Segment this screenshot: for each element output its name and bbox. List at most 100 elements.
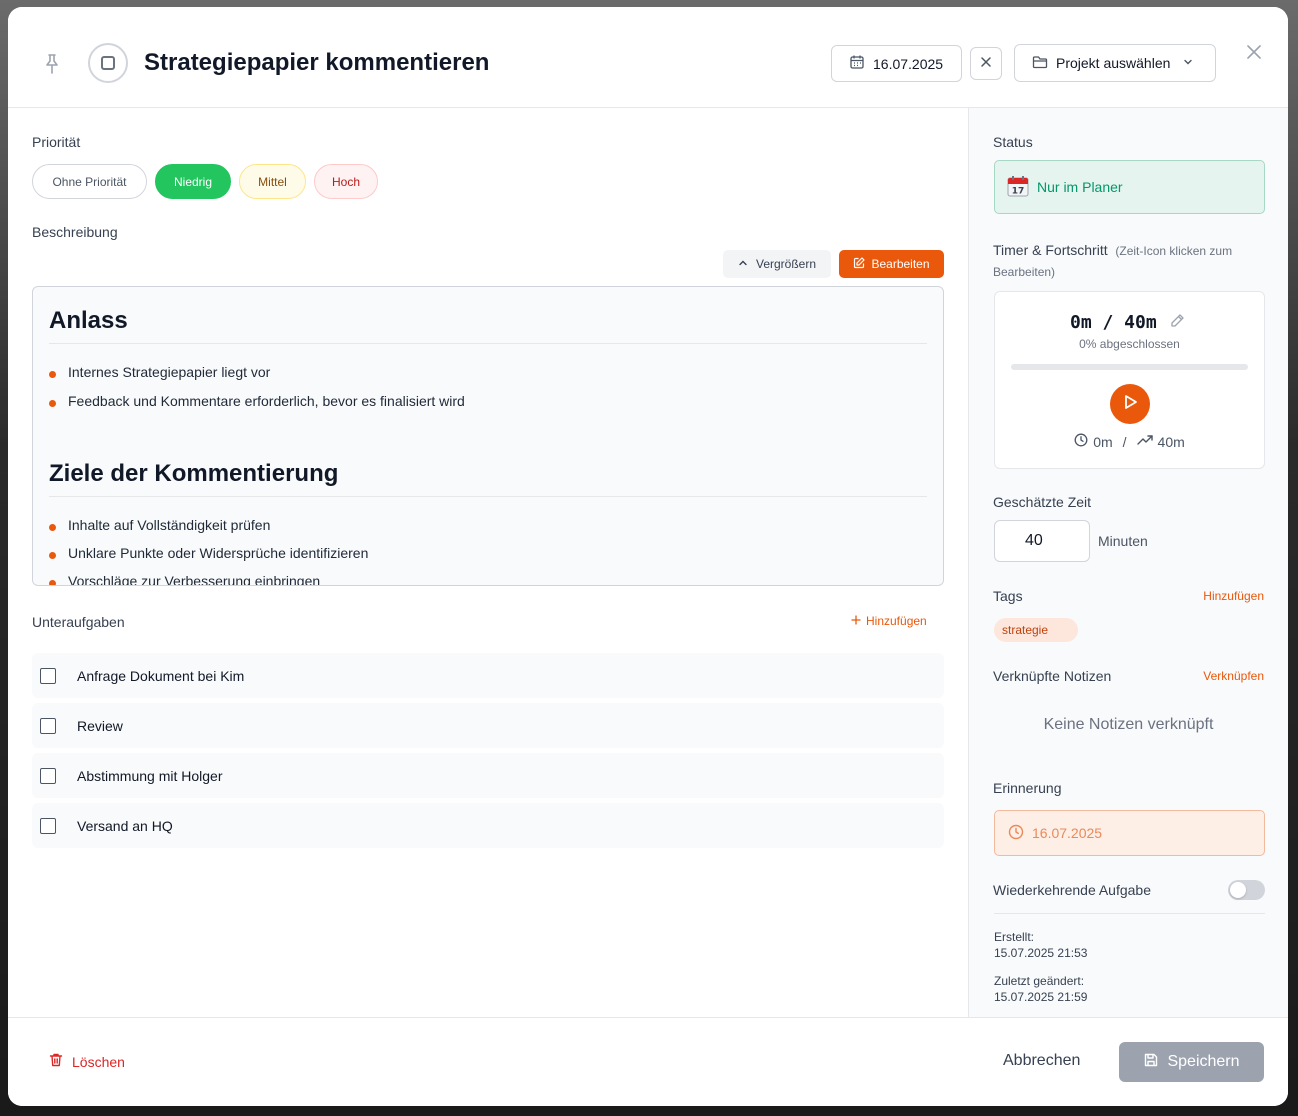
trash-icon [48, 1052, 64, 1071]
modal-footer: Löschen Abbrechen Speichern [8, 1017, 1288, 1106]
divider [49, 343, 927, 344]
complete-toggle-button[interactable] [88, 43, 128, 83]
list-item-text: Unklare Punkte oder Widersprüche identif… [68, 545, 369, 561]
tag-chip[interactable]: strategie [994, 618, 1078, 642]
chevron-up-icon [738, 257, 748, 271]
reminder-label: Erinnerung [993, 780, 1062, 796]
recurring-toggle[interactable] [1228, 880, 1265, 900]
list-item: Internes Strategiepapier liegt vor [49, 364, 270, 380]
chevron-down-icon [1182, 55, 1194, 71]
list-item: Feedback und Kommentare erforderlich, be… [49, 393, 465, 409]
notes-empty-text: Keine Notizen verknüpft [1043, 716, 1214, 733]
link-notes-link[interactable]: Verknüpfen [1203, 669, 1264, 683]
edit-label: Bearbeiten [871, 257, 930, 271]
estimate-label: Geschätzte Zeit [993, 494, 1092, 510]
list-item: Vorschläge zur Verbesserung einbringen [49, 573, 321, 586]
svg-text:17: 17 [1012, 186, 1025, 196]
priority-medium-button[interactable]: Mittel [239, 164, 306, 199]
subtask-row: Anfrage Dokument bei Kim [32, 653, 944, 698]
priority-label: Priorität [32, 134, 81, 150]
pencil-icon[interactable] [1169, 313, 1185, 334]
list-item-text: Feedback und Kommentare erforderlich, be… [68, 393, 465, 409]
subtask-text[interactable]: Abstimmung mit Holger [77, 768, 223, 784]
plus-icon [851, 614, 861, 628]
timer-summary: 0m / 40m [995, 433, 1264, 450]
timer-label: Timer & Fortschritt [993, 242, 1108, 258]
priority-high-button[interactable]: Hoch [314, 164, 378, 199]
subtasks-label: Unteraufgaben [32, 614, 125, 630]
estimate-input[interactable]: 40 [994, 520, 1090, 562]
status-value: Nur im Planer [1037, 179, 1123, 195]
status-label: Status [993, 134, 1033, 150]
created-info: Erstellt: 15.07.2025 21:53 [994, 929, 1087, 961]
status-badge[interactable]: 17 Nur im Planer [994, 160, 1265, 214]
play-icon [1121, 393, 1139, 416]
divider [49, 496, 927, 497]
modified-value: 15.07.2025 21:59 [994, 990, 1088, 1004]
list-item-text: Internes Strategiepapier liegt vor [68, 364, 271, 380]
subtask-checkbox[interactable] [40, 667, 56, 684]
modal-header: Strategiepapier kommentieren 16.07.2025 [8, 7, 1288, 108]
task-title[interactable]: Strategiepapier kommentieren [144, 49, 489, 77]
timer-spent: 0m [1093, 433, 1113, 450]
bullet-icon [49, 579, 56, 585]
expand-label: Vergrößern [755, 257, 817, 271]
timer-progress-bar [1011, 364, 1248, 370]
subtask-text[interactable]: Versand an HQ [77, 818, 173, 834]
subtask-row: Abstimmung mit Holger [32, 753, 944, 798]
bullet-icon [49, 399, 56, 407]
list-item-text: Inhalte auf Vollständigkeit prüfen [68, 517, 271, 533]
bullet-icon [49, 551, 56, 559]
clock-icon [1008, 824, 1024, 843]
subtask-checkbox[interactable] [40, 717, 56, 734]
project-select-label: Projekt auswählen [1056, 55, 1171, 71]
list-item-text: Vorschläge zur Verbesserung einbringen [68, 573, 321, 586]
edit-icon [853, 256, 866, 272]
subtask-text[interactable]: Review [77, 718, 123, 734]
play-button[interactable] [1110, 384, 1150, 424]
created-label: Erstellt: [994, 930, 1035, 944]
bullet-icon [49, 523, 56, 531]
subtask-checkbox[interactable] [40, 767, 56, 784]
subtask-text[interactable]: Anfrage Dokument bei Kim [77, 668, 244, 684]
subtask-checkbox[interactable] [40, 817, 56, 834]
cancel-button[interactable]: Abbrechen [1003, 1052, 1080, 1070]
task-modal: Strategiepapier kommentieren 16.07.2025 [8, 7, 1288, 1106]
edit-description-button[interactable]: Bearbeiten [839, 250, 944, 278]
delete-label: Löschen [72, 1053, 125, 1070]
clear-date-button[interactable] [970, 47, 1002, 80]
bullet-icon [49, 370, 56, 378]
save-button[interactable]: Speichern [1119, 1042, 1264, 1082]
description-label: Beschreibung [32, 224, 118, 240]
save-label: Speichern [1167, 1053, 1240, 1070]
timer-estimate: 40m [1157, 433, 1185, 450]
calendar-icon [849, 54, 865, 73]
timer-card: 0m / 40m 0% abgeschlossen 0m / 40m [994, 291, 1265, 469]
modified-label: Zuletzt geändert: [994, 974, 1085, 988]
timer-separator: / [1122, 433, 1127, 450]
reminder-value: 16.07.2025 [1032, 825, 1103, 841]
list-item: Unklare Punkte oder Widersprüche identif… [49, 545, 368, 561]
details-sidebar: Status 17 Nur im Planer Timer & Fortschr… [968, 108, 1288, 1017]
project-select[interactable]: Projekt auswählen [1014, 44, 1216, 82]
due-date-button[interactable]: 16.07.2025 [831, 45, 962, 82]
close-icon [1247, 44, 1261, 64]
tags-label: Tags [993, 588, 1023, 604]
created-value: 15.07.2025 21:53 [994, 946, 1088, 960]
add-tag-link[interactable]: Hinzufügen [1203, 589, 1264, 603]
due-date-value: 16.07.2025 [873, 55, 944, 72]
delete-button[interactable]: Löschen [48, 1052, 125, 1071]
priority-low-button[interactable]: Niedrig [155, 164, 231, 199]
priority-none-button[interactable]: Ohne Priorität [32, 164, 147, 199]
close-modal-button[interactable] [1244, 44, 1264, 64]
reminder-field[interactable]: 16.07.2025 [994, 810, 1265, 856]
add-subtask-button[interactable]: Hinzufügen [851, 614, 927, 628]
subtask-row: Versand an HQ [32, 803, 944, 848]
expand-button[interactable]: Vergrößern [723, 250, 831, 278]
calendar-icon: 17 [1007, 175, 1029, 200]
trending-up-icon [1136, 433, 1153, 450]
timer-value[interactable]: 0m / 40m [1070, 312, 1157, 333]
description-content[interactable]: Anlass Internes Strategiepapier liegt vo… [32, 286, 944, 586]
pin-icon[interactable] [40, 52, 64, 76]
save-icon [1143, 1052, 1159, 1073]
